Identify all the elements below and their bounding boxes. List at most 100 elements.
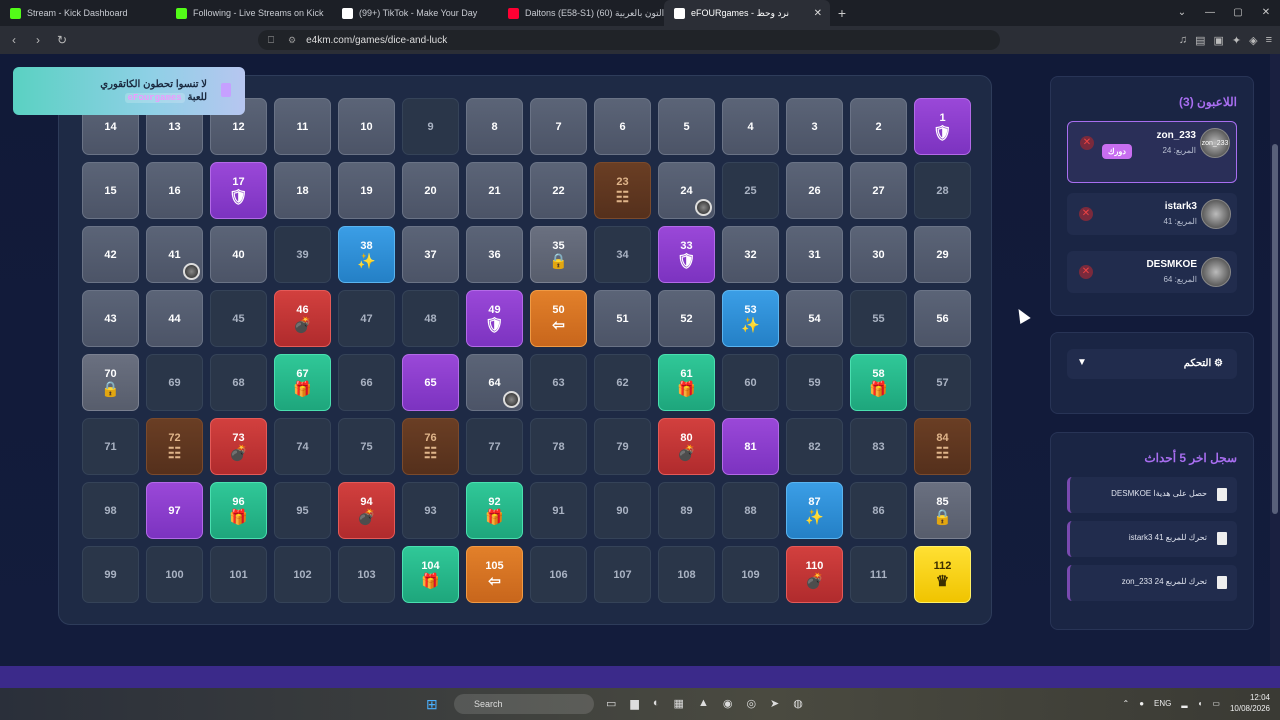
player-name: istark3 xyxy=(1164,201,1197,212)
reload-icon[interactable]: ↻ xyxy=(52,33,72,47)
board-cell: 37 xyxy=(402,226,459,283)
ladder-icon: ☷ xyxy=(167,444,182,462)
cell-number: 67 xyxy=(296,367,309,380)
telegram-icon[interactable]: ➤ xyxy=(770,697,779,710)
scrollbar-thumb[interactable] xyxy=(1272,144,1278,514)
document-icon xyxy=(1217,532,1227,545)
board-cell: 105 ⇦ xyxy=(466,546,523,603)
clock[interactable]: 12:04 10/08/2026 xyxy=(1230,692,1270,714)
board-cell: 22 xyxy=(530,162,587,219)
cell-number: 13 xyxy=(168,120,181,133)
remove-player-button[interactable]: ✕ xyxy=(1079,265,1093,279)
cell-number: 68 xyxy=(232,376,245,389)
maximize-button[interactable]: ▢ xyxy=(1224,0,1252,26)
windows-start-icon[interactable]: ⊞ xyxy=(426,696,438,713)
board-cell: 7 xyxy=(530,98,587,155)
browser-tab[interactable]: Daltons (E58-S1) الدالتون بالعربية (60) xyxy=(498,0,664,26)
board-cell: 18 xyxy=(274,162,331,219)
cell-number: 16 xyxy=(168,184,181,197)
document-icon xyxy=(1217,488,1227,501)
wallet-icon[interactable]: ▣ xyxy=(1213,34,1223,47)
player-name: zon_233 xyxy=(1156,130,1196,141)
windows-taskbar: ⊞ Search ▭ ▆ ◐ ▦ ▲ ◉ ◎ ➤ ◍ ⌃ ● ENG ▂ ◖ ▭… xyxy=(0,688,1280,720)
cell-number: 30 xyxy=(872,248,885,261)
volume-icon[interactable]: ◖ xyxy=(1198,699,1203,708)
discord-icon[interactable]: ◍ xyxy=(793,697,803,710)
taskbar-search[interactable]: Search xyxy=(454,694,594,714)
tray-chevron-icon[interactable]: ⌃ xyxy=(1123,699,1130,708)
category-reminder-toast: لا تنسوا تحطون الكاتقوري eFourgames للعب… xyxy=(13,67,245,115)
cell-number: 60 xyxy=(744,376,757,389)
tab-title: Daltons (E58-S1) الدالتون بالعربية (60) xyxy=(525,7,664,18)
browser-tab[interactable]: Stream - Kick Dashboard xyxy=(0,0,166,26)
cell-number: 106 xyxy=(549,568,568,581)
cell-number: 24 xyxy=(680,184,693,197)
media-icon[interactable]: ♫ xyxy=(1179,34,1187,47)
battery-icon[interactable]: ▭ xyxy=(1212,699,1220,708)
shield-icon[interactable]: ◈ xyxy=(1249,34,1257,47)
cell-number: 6 xyxy=(619,120,626,133)
control-toggle[interactable]: ▼ التحكم ⚙ xyxy=(1067,349,1237,379)
sidebar-icon[interactable]: ▤ xyxy=(1195,34,1205,47)
language-indicator[interactable]: ENG xyxy=(1154,699,1171,708)
shield-icon: 🛡 xyxy=(228,188,249,206)
gift-icon: 🎁 xyxy=(421,572,440,590)
site-info-icon[interactable]: ⚙ xyxy=(288,35,296,46)
page-scrollbar[interactable] xyxy=(1270,54,1280,666)
remove-player-button[interactable]: ✕ xyxy=(1080,136,1094,150)
menu-icon[interactable]: ≡ xyxy=(1266,34,1272,47)
cell-number: 100 xyxy=(165,568,184,581)
edge-icon[interactable]: ◐ xyxy=(653,697,660,710)
cell-number: 21 xyxy=(488,184,501,197)
bomb-icon: 💣 xyxy=(293,316,312,334)
cell-number: 62 xyxy=(616,376,629,389)
obs-icon[interactable]: ◉ xyxy=(723,697,733,710)
new-tab-button[interactable]: + xyxy=(830,5,854,21)
board-cell: 69 xyxy=(146,354,203,411)
store-icon[interactable]: ▦ xyxy=(674,697,684,710)
lock-icon: 🔒 xyxy=(101,380,120,398)
board-cell: 67 🎁 xyxy=(274,354,331,411)
board-cell: 10 xyxy=(338,98,395,155)
board-cell: 80 💣 xyxy=(658,418,715,475)
extensions-icon[interactable]: ✦ xyxy=(1232,34,1241,47)
remove-player-button[interactable]: ✕ xyxy=(1079,207,1093,221)
cell-number: 1 xyxy=(939,111,946,124)
cell-number: 85 xyxy=(936,495,949,508)
mic-icon[interactable]: ● xyxy=(1139,699,1144,708)
board-cell: 52 xyxy=(658,290,715,347)
task-view-icon[interactable]: ▭ xyxy=(606,697,616,710)
cell-number: 110 xyxy=(805,559,824,572)
cell-number: 105 xyxy=(485,559,504,572)
board-cell: 83 xyxy=(850,418,907,475)
tab-list-icon[interactable]: ⌄ xyxy=(1168,0,1196,26)
address-bar[interactable]: ⎕ ⚙ e4km.com/games/dice-and-luck xyxy=(258,30,1000,50)
cell-number: 41 xyxy=(168,248,181,261)
tab-favicon-icon xyxy=(10,7,21,19)
browser-tab[interactable]: eFOURgames - نرد وحظ ✕ xyxy=(664,0,830,26)
board-cell: 8 xyxy=(466,98,523,155)
cell-number: 50 xyxy=(552,303,565,316)
back-icon[interactable]: ‹ xyxy=(4,33,24,47)
bookmark-icon[interactable]: ⎕ xyxy=(268,35,274,46)
avatar xyxy=(1201,257,1231,287)
steam-icon[interactable]: ◎ xyxy=(746,697,756,710)
board-cell: 94 💣 xyxy=(338,482,395,539)
cell-number: 103 xyxy=(357,568,376,581)
board-cell: 15 xyxy=(82,162,139,219)
network-icon[interactable]: ▂ xyxy=(1181,699,1187,708)
forward-icon[interactable]: › xyxy=(28,33,48,47)
close-window-button[interactable]: ✕ xyxy=(1252,0,1280,26)
file-explorer-icon[interactable]: ▆ xyxy=(630,697,638,710)
browser-tab[interactable]: Following - Live Streams on Kick xyxy=(166,0,332,26)
player-square: المربع: 24 xyxy=(1162,146,1196,155)
brave-icon[interactable]: ▲ xyxy=(698,697,709,710)
board-cell: 89 xyxy=(658,482,715,539)
browser-tab[interactable]: (99+) TikTok - Make Your Day xyxy=(332,0,498,26)
board-cell: 56 xyxy=(914,290,971,347)
cell-number: 46 xyxy=(296,303,309,316)
bomb-icon: 💣 xyxy=(229,444,248,462)
close-tab-icon[interactable]: ✕ xyxy=(814,8,822,19)
cell-number: 15 xyxy=(104,184,117,197)
minimize-button[interactable]: — xyxy=(1196,0,1224,26)
